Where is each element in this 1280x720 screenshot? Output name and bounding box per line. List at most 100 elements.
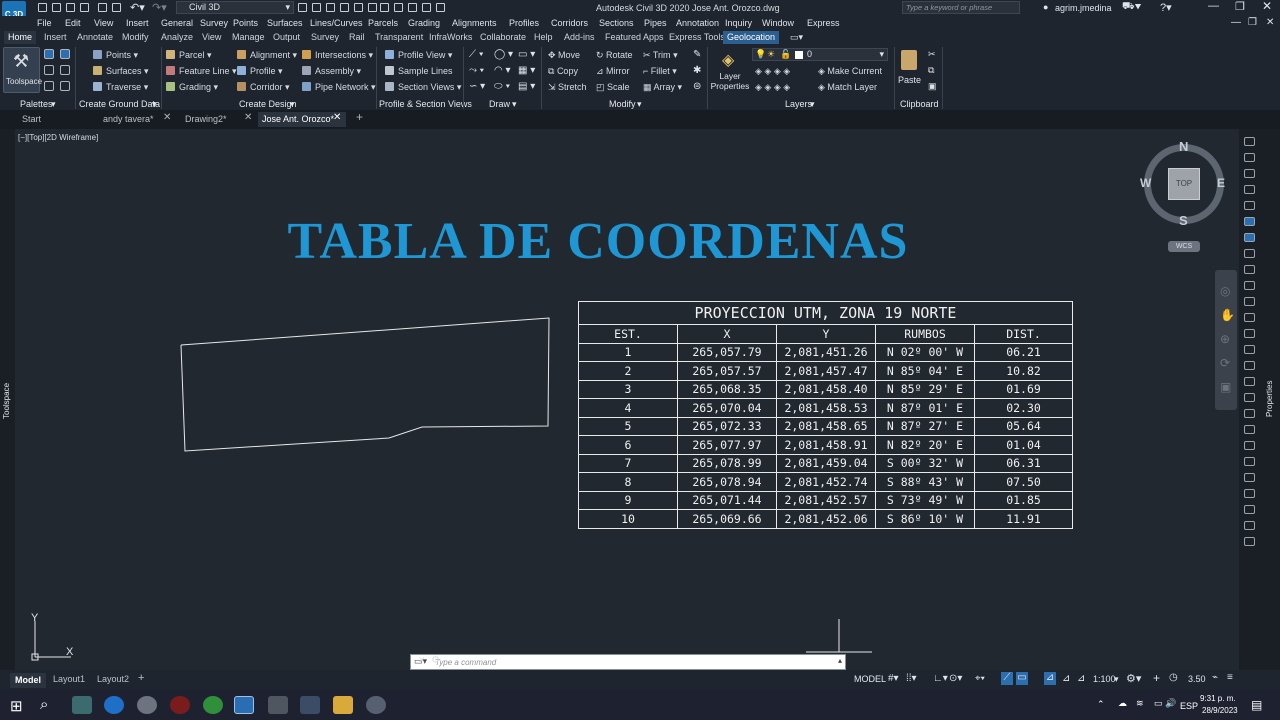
toolbar-icon[interactable] — [408, 3, 417, 12]
toolspace-palette-tab[interactable]: Toolspace — [2, 383, 11, 419]
toolbar-icon[interactable] — [380, 3, 389, 12]
palette-tool-icon[interactable] — [1244, 265, 1255, 274]
rotate-button[interactable]: ↻ Rotate — [596, 48, 633, 62]
cut-icon[interactable]: ✂ — [928, 49, 936, 60]
toolbar-icon[interactable] — [312, 3, 321, 12]
fullscreen-icon[interactable]: ◷ — [1169, 672, 1178, 683]
menu-alignments[interactable]: Alignments — [452, 18, 497, 28]
tab-transparent[interactable]: Transparent — [371, 31, 427, 44]
steeringwheel-icon[interactable]: ◎ — [1220, 284, 1230, 298]
layout-tab-layout2[interactable]: Layout2 — [97, 674, 129, 684]
compass-east[interactable]: E — [1217, 176, 1225, 190]
menu-corridors[interactable]: Corridors — [551, 18, 588, 28]
add-layout-icon[interactable]: + — [138, 672, 144, 684]
model-space-button[interactable]: MODEL — [854, 674, 886, 684]
trim-button[interactable]: ✂ Trim ▾ — [643, 48, 678, 62]
tab-geolocation[interactable]: Geolocation — [723, 31, 780, 44]
palette-tool-icon[interactable] — [1244, 185, 1255, 194]
toolbar-icon[interactable] — [422, 3, 431, 12]
arc-icon[interactable]: ◠ ▾ — [494, 65, 511, 76]
corridor-button[interactable]: Corridor ▾ — [237, 80, 290, 94]
battery-icon[interactable]: ▭ — [1154, 698, 1163, 709]
palette-tool-icon[interactable] — [1244, 409, 1255, 418]
civil3d-icon[interactable] — [234, 696, 254, 714]
menu-annotation[interactable]: Annotation — [676, 18, 719, 28]
palette-tool-icon[interactable] — [1244, 137, 1255, 146]
palette-tool-icon[interactable] — [1244, 313, 1255, 322]
viewport-controls[interactable]: [−][Top][2D Wireframe] — [18, 133, 98, 142]
tab-insert[interactable]: Insert — [40, 31, 71, 44]
open-icon[interactable] — [52, 3, 61, 12]
doc-close-icon[interactable]: ✕ — [1266, 17, 1274, 28]
tab-help[interactable]: Help — [530, 31, 557, 44]
menu-insert[interactable]: Insert — [126, 18, 149, 28]
close-tab-icon[interactable]: ✕ — [244, 112, 252, 123]
menu-survey[interactable]: Survey — [200, 18, 228, 28]
panel-create-design[interactable]: Create Design — [239, 98, 297, 110]
layer-select[interactable]: 💡 ☀ 🔓 0 ▾ — [752, 48, 888, 61]
stretch-button[interactable]: ⇲ Stretch — [548, 80, 587, 94]
edge-icon[interactable] — [72, 696, 92, 714]
calculator-icon[interactable] — [300, 696, 320, 714]
close-tab-icon[interactable]: ✕ — [163, 112, 171, 123]
palette-tool-icon[interactable] — [1244, 345, 1255, 354]
selection-icon[interactable]: ▭ — [1016, 672, 1028, 685]
toolspace-button[interactable]: ⚒ Toolspace — [3, 47, 42, 93]
plot-icon[interactable] — [98, 3, 107, 12]
workspace-select[interactable]: Civil 3D ▾ — [176, 1, 294, 14]
make-current-button[interactable]: ◈ Make Current — [818, 64, 882, 78]
close-icon[interactable]: ✕ — [1262, 0, 1272, 13]
palette-tool-icon[interactable] — [1244, 505, 1255, 514]
command-line[interactable]: ▭▾ Type a command ▴ — [410, 654, 846, 670]
tab-analyze[interactable]: Analyze — [157, 31, 197, 44]
compass-north[interactable]: N — [1179, 139, 1188, 154]
tab-featured-apps[interactable]: Featured Apps — [601, 31, 668, 44]
viewcube-top-face[interactable]: TOP — [1168, 168, 1200, 200]
match-layer-button[interactable]: ◈ Match Layer — [818, 80, 877, 94]
menu-grading[interactable]: Grading — [408, 18, 440, 28]
plus-icon[interactable]: + — [1153, 671, 1160, 685]
command-settings-icon[interactable]: ⚙ — [431, 655, 440, 666]
lineweight-value[interactable]: 3.50 — [1188, 674, 1206, 684]
spline-icon[interactable]: ∽ ▾ — [469, 81, 485, 92]
tab-modify[interactable]: Modify — [118, 31, 153, 44]
minimize-icon[interactable]: — — [1208, 0, 1219, 12]
lineweight-icon[interactable]: ⟋ — [1001, 672, 1013, 685]
palette-tool-icon[interactable] — [1244, 249, 1255, 258]
menu-profiles[interactable]: Profiles — [509, 18, 539, 28]
menu-sections[interactable]: Sections — [599, 18, 634, 28]
palette-icon[interactable] — [44, 65, 54, 75]
print-icon[interactable] — [112, 3, 121, 12]
tab-home[interactable]: Home — [4, 31, 37, 44]
profile-view-button[interactable]: Profile View ▾ — [385, 48, 452, 62]
layer-tool-icon[interactable]: ◈ ◈ ◈ ◈ — [755, 66, 790, 77]
mirror-button[interactable]: ⊿ Mirror — [596, 64, 630, 78]
assembly-button[interactable]: Assembly ▾ — [302, 64, 361, 78]
restore-icon[interactable]: ❐ — [1235, 0, 1245, 13]
menu-edit[interactable]: Edit — [65, 18, 81, 28]
layer-properties-button[interactable]: ◈ Layer Properties — [710, 48, 750, 94]
surfaces-button[interactable]: Surfaces ▾ — [93, 64, 149, 78]
command-close-icon[interactable]: ✕ — [418, 655, 426, 666]
compass-west[interactable]: W — [1140, 176, 1151, 190]
palette-icon[interactable] — [44, 49, 54, 59]
menu-icon[interactable]: ≡ — [1227, 672, 1233, 683]
language-indicator[interactable]: ESP — [1180, 701, 1198, 711]
menu-points[interactable]: Points — [233, 18, 258, 28]
scale-button[interactable]: ◰ Scale — [596, 80, 630, 94]
panel-palettes[interactable]: Palettes — [20, 98, 53, 110]
explode-icon[interactable]: ✱ — [693, 65, 701, 76]
rectangle-icon[interactable]: ▭ ▾ — [518, 49, 535, 60]
app-icon[interactable] — [170, 696, 190, 714]
volume-icon[interactable]: 🔊 — [1165, 698, 1176, 709]
palette-tool-icon[interactable] — [1244, 329, 1255, 338]
toolbar-icon[interactable] — [340, 3, 349, 12]
menu-parcels[interactable]: Parcels — [368, 18, 398, 28]
redo-icon[interactable]: ↷▾ — [152, 1, 167, 14]
match-prop-icon[interactable]: ▣ — [928, 81, 937, 92]
menu-express[interactable]: Express — [807, 18, 840, 28]
offset-icon[interactable]: ⊜ — [693, 81, 701, 92]
tab-infraworks[interactable]: InfraWorks — [425, 31, 476, 44]
menu-file[interactable]: File — [37, 18, 52, 28]
ellipse-icon[interactable]: ⬭ ▾ — [494, 81, 510, 92]
